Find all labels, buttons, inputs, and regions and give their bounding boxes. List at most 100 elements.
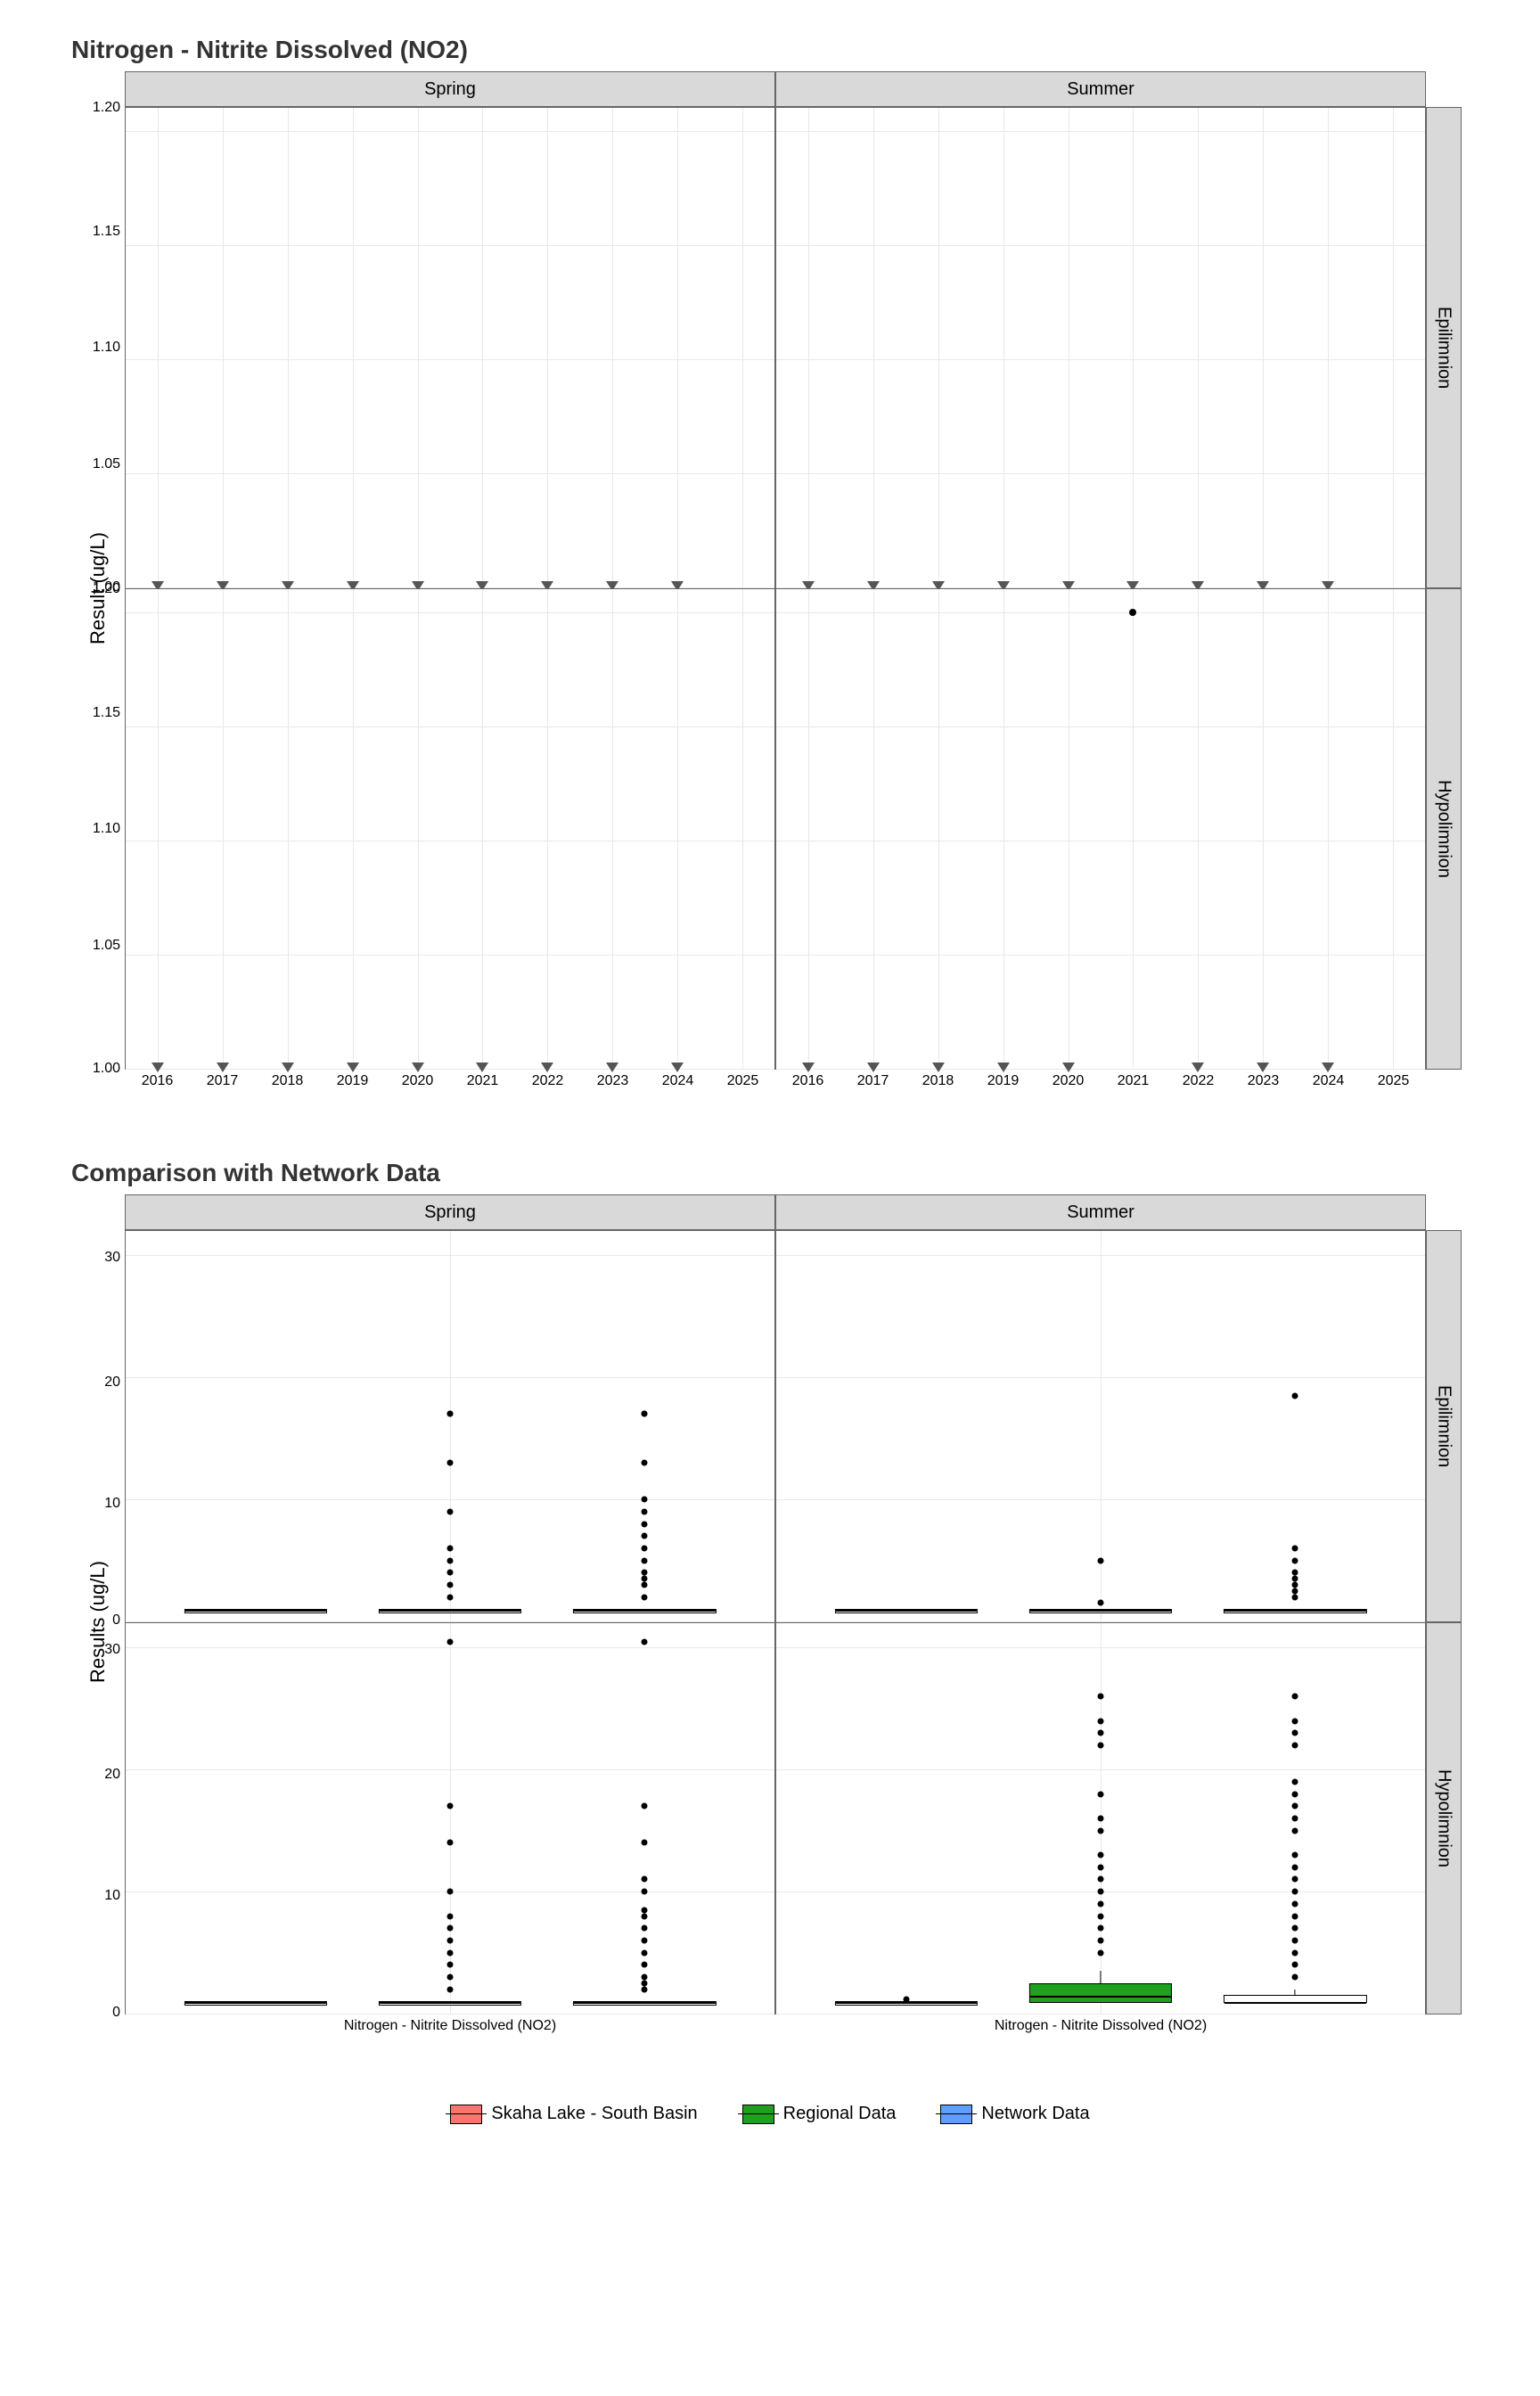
outlier-point xyxy=(1098,1876,1104,1883)
x-tick: 2019 xyxy=(971,1073,1036,1089)
outlier-point xyxy=(642,1949,648,1956)
legend-item-regional: Regional Data xyxy=(742,2104,897,2124)
outlier-point xyxy=(447,1508,454,1514)
col-header-summer: Summer xyxy=(775,1194,1426,1230)
outlier-point xyxy=(447,1840,454,1846)
x-tick: 2022 xyxy=(1166,1073,1231,1089)
outlier-point xyxy=(447,1557,454,1563)
outlier-point xyxy=(1098,1900,1104,1907)
outlier-point xyxy=(1292,1803,1298,1809)
outlier-point xyxy=(447,1638,454,1645)
outlier-point xyxy=(1098,1557,1104,1563)
row-header-epi: Epilimnion xyxy=(1426,1230,1462,1622)
legend-key-blue-icon xyxy=(940,2105,972,2124)
outlier-point xyxy=(1098,1949,1104,1956)
outlier-point xyxy=(447,1949,454,1956)
legend-key-green-icon xyxy=(742,2105,774,2124)
legend-key-red-icon xyxy=(450,2105,482,2124)
x-tick: 2018 xyxy=(905,1073,971,1089)
outlier-point xyxy=(642,1962,648,1968)
outlier-point xyxy=(642,1557,648,1563)
outlier-point xyxy=(1098,1913,1104,1919)
outlier-point xyxy=(447,1937,454,1943)
panel-summer-epi xyxy=(775,1230,1426,1622)
row-header-hypo: Hypolimnion xyxy=(1426,588,1462,1070)
outlier-point xyxy=(447,1913,454,1919)
chart2-title: Comparison with Network Data xyxy=(71,1159,1504,1187)
x-tick: 2022 xyxy=(515,1073,580,1089)
outlier-point xyxy=(642,1980,648,1986)
outlier-point xyxy=(1292,1730,1298,1736)
outlier-point xyxy=(642,1638,648,1645)
outlier-point xyxy=(642,1576,648,1582)
outlier-point xyxy=(642,1907,648,1913)
outlier-point xyxy=(903,1996,909,2002)
outlier-point xyxy=(642,1889,648,1895)
outlier-point xyxy=(642,1937,648,1943)
outlier-point xyxy=(1292,1816,1298,1822)
y-ticks: 1.20 1.15 1.10 1.05 1.00 xyxy=(76,589,126,1069)
x-tick: 2024 xyxy=(1296,1073,1361,1089)
filler xyxy=(1426,71,1462,107)
y-ticks: 30 20 10 0 xyxy=(76,1623,126,2014)
x-tick: 2016 xyxy=(125,1073,190,1089)
panel-summer-hypo xyxy=(775,588,1426,1070)
panel-spring-hypo: 30 20 10 0 xyxy=(125,1622,775,2014)
outlier-point xyxy=(1292,1889,1298,1895)
boxplot xyxy=(184,1231,327,1621)
outlier-point xyxy=(1292,1937,1298,1943)
row-header-hypo: Hypolimnion xyxy=(1426,1622,1462,2014)
x-axis-row: Nitrogen - Nitrite Dissolved (NO2) Nitro… xyxy=(125,2014,1426,2050)
x-tick: 2020 xyxy=(1036,1073,1101,1089)
filler xyxy=(71,1194,125,1230)
outlier-point xyxy=(1292,1876,1298,1883)
x-tick: 2017 xyxy=(840,1073,905,1089)
outlier-point xyxy=(447,1803,454,1809)
y-ticks: 30 20 10 0 xyxy=(76,1231,126,1621)
x-tick: 2024 xyxy=(645,1073,710,1089)
outlier-point xyxy=(447,1594,454,1600)
outlier-point xyxy=(1292,1392,1298,1399)
filler xyxy=(1426,1070,1462,1105)
col-header-spring: Spring xyxy=(125,1194,775,1230)
col-header-spring: Spring xyxy=(125,71,775,107)
outlier-point xyxy=(642,1594,648,1600)
outlier-point xyxy=(447,1925,454,1932)
panel-spring-epi: 1.20 1.15 1.10 1.05 1.00 xyxy=(125,107,775,588)
outlier-point xyxy=(1098,1925,1104,1932)
x-tick: 2023 xyxy=(1231,1073,1296,1089)
outlier-point xyxy=(642,1570,648,1576)
panel-summer-epi xyxy=(775,107,1426,588)
x-label-right: Nitrogen - Nitrite Dissolved (NO2) xyxy=(775,2014,1426,2050)
outlier-point xyxy=(1098,1937,1104,1943)
outlier-point xyxy=(1292,1718,1298,1724)
outlier-point xyxy=(642,1913,648,1919)
outlier-point xyxy=(1292,1545,1298,1551)
outlier-point xyxy=(642,1508,648,1514)
data-point xyxy=(1129,609,1136,616)
outlier-point xyxy=(1292,1864,1298,1870)
filler xyxy=(1426,2014,1462,2050)
outlier-point xyxy=(1098,1694,1104,1700)
outlier-point xyxy=(1292,1588,1298,1594)
outlier-point xyxy=(1292,1557,1298,1563)
outlier-point xyxy=(1098,1600,1104,1606)
outlier-point xyxy=(642,1497,648,1503)
outlier-point xyxy=(1292,1570,1298,1576)
legend-item-network: Network Data xyxy=(940,2104,1089,2124)
outlier-point xyxy=(447,1889,454,1895)
outlier-point xyxy=(1098,1718,1104,1724)
x-axis-row: 2016201720182019202020212022202320242025… xyxy=(125,1070,1426,1105)
chart2-container: Comparison with Network Data Spring Summ… xyxy=(36,1159,1504,2050)
outlier-point xyxy=(447,1460,454,1466)
legend-label: Network Data xyxy=(981,2104,1089,2124)
outlier-point xyxy=(1292,1576,1298,1582)
outlier-point xyxy=(642,1803,648,1809)
panel-summer-hypo xyxy=(775,1622,1426,2014)
outlier-point xyxy=(1292,1694,1298,1700)
boxplot xyxy=(835,1231,978,1621)
chart1-facet-grid: Spring Summer Result (ug/L) 1.20 1.15 1.… xyxy=(71,71,1462,1105)
outlier-point xyxy=(1098,1864,1104,1870)
outlier-point xyxy=(1098,1827,1104,1834)
chart1-container: Nitrogen - Nitrite Dissolved (NO2) Sprin… xyxy=(36,36,1504,1105)
